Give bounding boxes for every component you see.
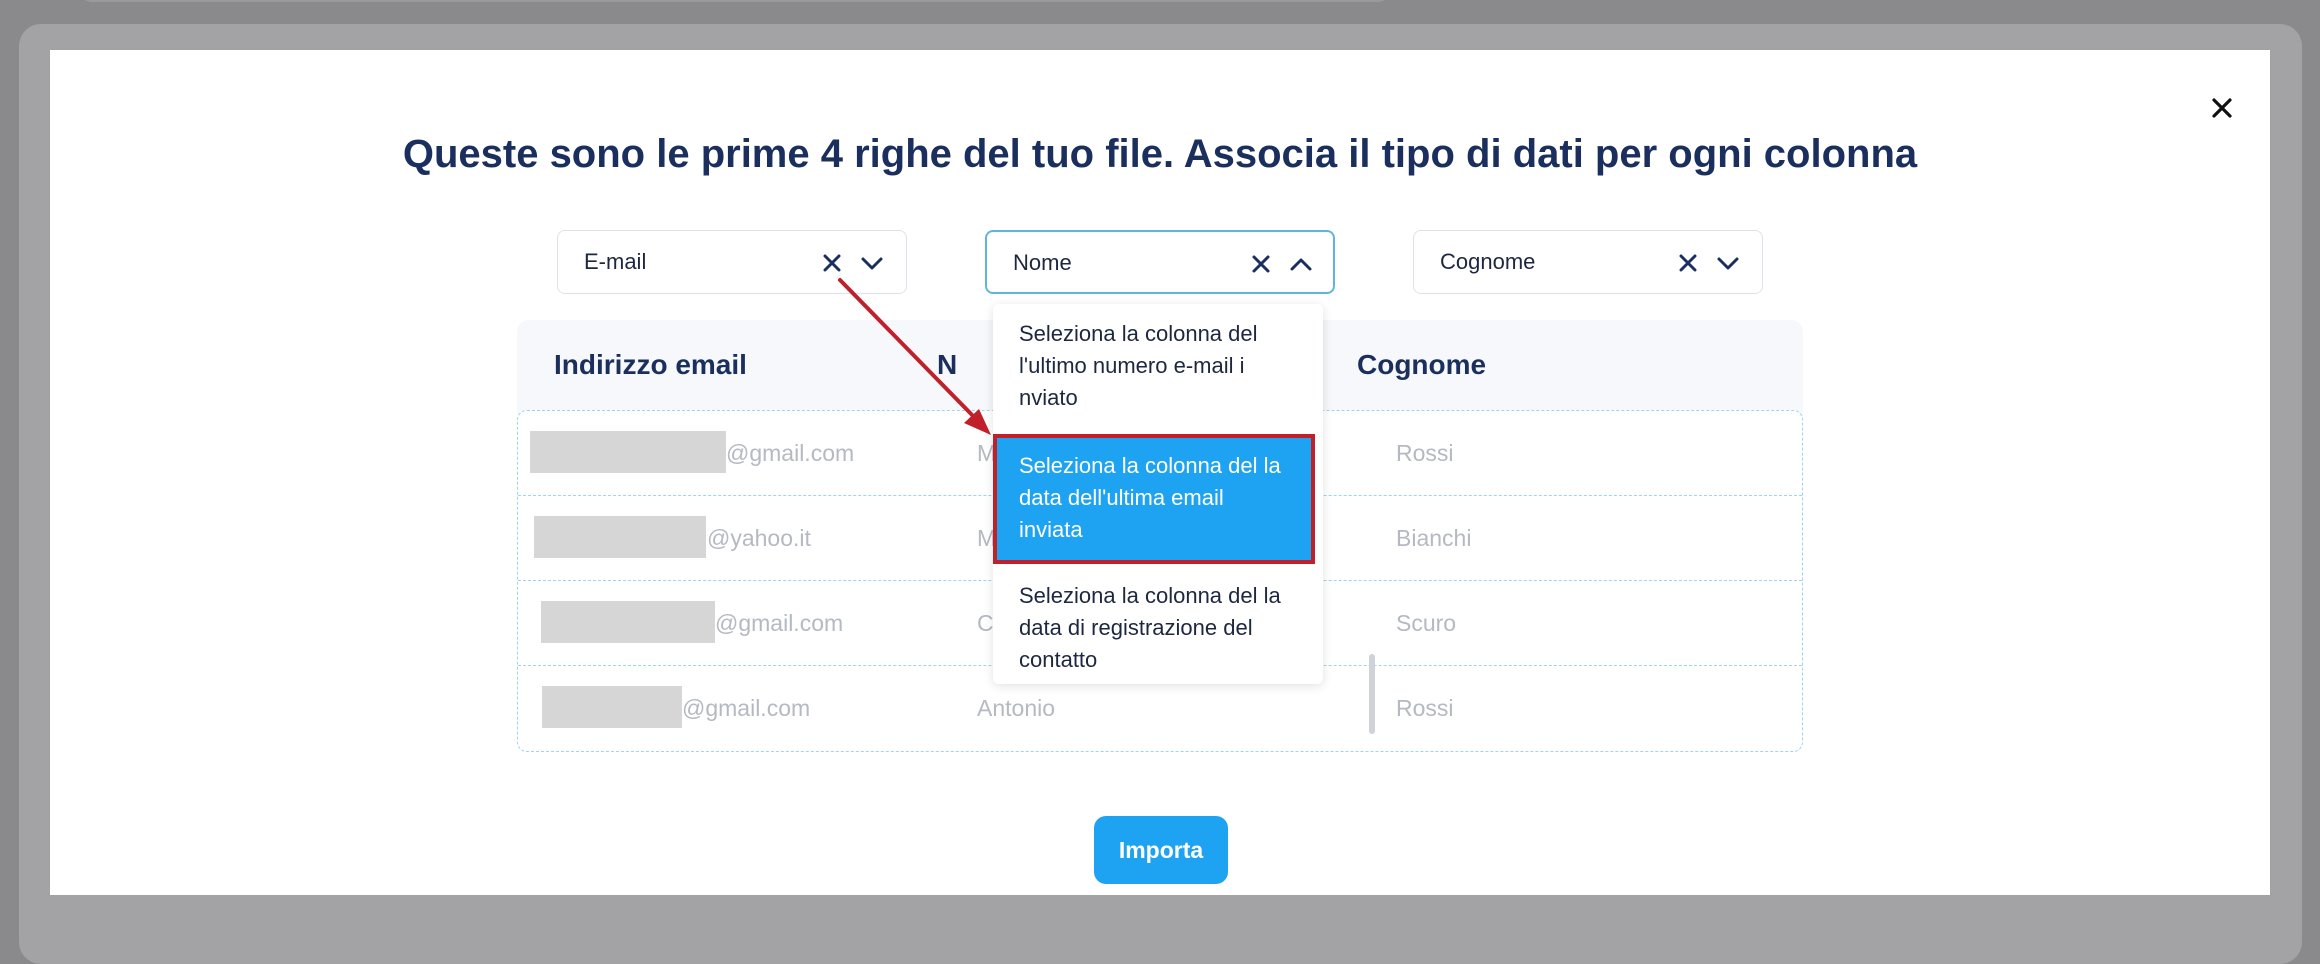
import-mapping-modal: Queste sono le prime 4 righe del tuo fil…: [50, 50, 2270, 895]
background-panel: [80, 0, 1390, 2]
arrow-annotation-icon: [838, 278, 991, 435]
